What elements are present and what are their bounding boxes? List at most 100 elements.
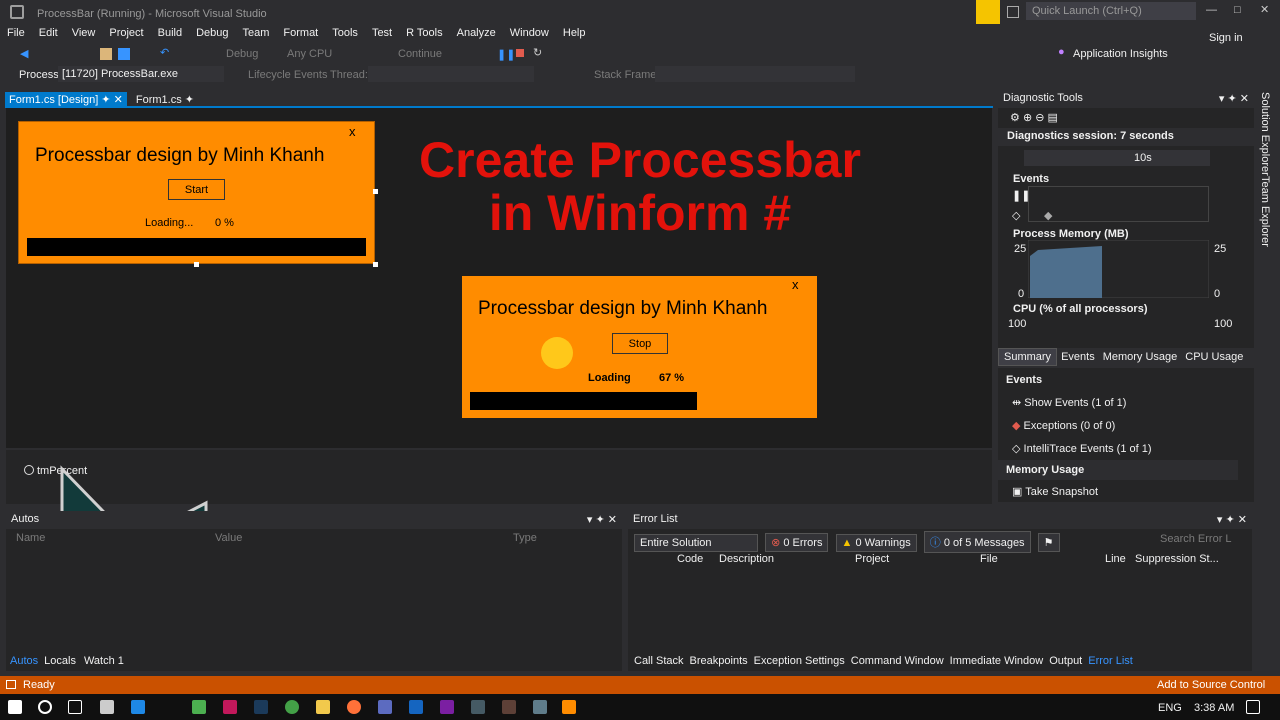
continue-button[interactable]: Continue: [398, 48, 442, 60]
menu-project[interactable]: Project: [102, 24, 150, 39]
team-explorer-tab[interactable]: Team Explorer: [1259, 176, 1271, 247]
tab-call-stack[interactable]: Call Stack: [634, 655, 684, 667]
tab-locals[interactable]: Locals: [44, 655, 76, 667]
tab-form1-code[interactable]: Form1.cs ✦: [130, 92, 200, 107]
menu-build[interactable]: Build: [151, 24, 189, 39]
source-control-button[interactable]: Add to Source Control: [1157, 679, 1265, 691]
col-suppression[interactable]: Suppression St...: [1135, 553, 1219, 565]
store-icon[interactable]: [100, 700, 114, 714]
tab-summary[interactable]: Summary: [998, 348, 1058, 366]
tab-exception-settings[interactable]: Exception Settings: [754, 655, 845, 667]
start-button[interactable]: Start: [168, 179, 225, 200]
stop-icon[interactable]: [516, 49, 524, 57]
close-icon[interactable]: ▾ ✦ ✕: [1219, 92, 1249, 105]
col-value[interactable]: Value: [215, 532, 242, 544]
undo-icon[interactable]: ↶: [160, 46, 169, 59]
resize-handle[interactable]: [373, 262, 378, 267]
app-insights-button[interactable]: Application Insights: [1073, 48, 1168, 60]
reset-icon[interactable]: ▤: [1048, 112, 1058, 124]
take-snapshot-button[interactable]: ▣ Take Snapshot: [1012, 485, 1098, 498]
col-type[interactable]: Type: [513, 532, 537, 544]
timer-icon[interactable]: [24, 465, 34, 475]
app-icon[interactable]: [378, 700, 392, 714]
col-file[interactable]: File: [980, 553, 998, 565]
solution-explorer-tab[interactable]: Solution Explorer: [1259, 92, 1271, 176]
close-icon[interactable]: ▾ ✦ ✕: [1217, 513, 1247, 526]
menu-edit[interactable]: Edit: [32, 24, 65, 39]
menu-file[interactable]: File: [0, 24, 32, 39]
scope-select[interactable]: Entire Solution: [634, 534, 758, 552]
messages-filter[interactable]: ⓘ 0 of 5 Messages: [923, 531, 1031, 553]
tab-events[interactable]: Events: [1061, 351, 1095, 363]
tab-error-list[interactable]: Error List: [1088, 655, 1133, 667]
lightbulb-icon[interactable]: ●: [1058, 46, 1065, 58]
menu-test[interactable]: Test: [365, 24, 399, 39]
menu-rtools[interactable]: R Tools: [399, 24, 449, 39]
app-icon[interactable]: [471, 700, 485, 714]
lifecycle-events[interactable]: Lifecycle Events: [248, 69, 327, 81]
zoom-out-icon[interactable]: ⊖: [1035, 112, 1044, 124]
quick-launch-input[interactable]: Quick Launch (Ctrl+Q): [1026, 2, 1196, 20]
settings-icon[interactable]: ⚙: [1010, 112, 1020, 124]
menu-window[interactable]: Window: [503, 24, 556, 39]
form-close-button[interactable]: x: [349, 124, 356, 139]
task-view-icon[interactable]: [68, 700, 82, 714]
search-icon[interactable]: [38, 700, 52, 714]
thread-select[interactable]: [368, 66, 534, 82]
steam-icon[interactable]: [254, 700, 268, 714]
col-code[interactable]: Code: [677, 553, 703, 565]
tab-breakpoints[interactable]: Breakpoints: [690, 655, 748, 667]
tab-autos[interactable]: Autos: [10, 655, 38, 667]
menu-debug[interactable]: Debug: [189, 24, 235, 39]
explorer-icon[interactable]: [316, 700, 330, 714]
error-search-input[interactable]: Search Error L: [1160, 533, 1232, 545]
tab-output[interactable]: Output: [1049, 655, 1082, 667]
tab-immediate-window[interactable]: Immediate Window: [950, 655, 1044, 667]
sign-in-link[interactable]: Sign in: [1202, 29, 1250, 44]
menu-team[interactable]: Team: [236, 24, 277, 39]
menu-format[interactable]: Format: [276, 24, 325, 39]
tab-memory-usage[interactable]: Memory Usage: [1103, 351, 1178, 363]
save-icon[interactable]: [118, 48, 130, 60]
language-indicator[interactable]: ENG: [1158, 702, 1182, 714]
col-project[interactable]: Project: [855, 553, 889, 565]
stop-button[interactable]: Stop: [612, 333, 668, 354]
notification-icon[interactable]: [1246, 700, 1260, 714]
build-filter-icon[interactable]: ⚑: [1037, 533, 1060, 552]
process-select[interactable]: [11720] ProcessBar.exe: [58, 66, 224, 82]
restart-icon[interactable]: ↻: [533, 46, 542, 59]
form-design[interactable]: x Processbar design by Minh Khanh Start …: [18, 121, 375, 264]
firefox-icon[interactable]: [347, 700, 361, 714]
pause-icon[interactable]: ❚❚: [497, 48, 515, 61]
platform-select[interactable]: Any CPU: [287, 48, 332, 60]
stack-frame-select[interactable]: [655, 66, 855, 82]
warnings-filter[interactable]: ▲ 0 Warnings: [835, 534, 917, 552]
maximize-button[interactable]: □: [1234, 4, 1241, 16]
tab-watch1[interactable]: Watch 1: [84, 655, 124, 667]
feedback-icon[interactable]: [1007, 6, 1019, 18]
tab-form1-design[interactable]: Form1.cs [Design] ✦ ✕: [5, 92, 127, 108]
intellitrace-link[interactable]: ◇ IntelliTrace Events (1 of 1): [1012, 442, 1152, 455]
menu-help[interactable]: Help: [556, 24, 593, 39]
col-line[interactable]: Line: [1105, 553, 1126, 565]
zoom-in-icon[interactable]: ⊕: [1023, 112, 1032, 124]
menu-tools[interactable]: Tools: [325, 24, 365, 39]
form-close-button[interactable]: x: [792, 277, 799, 292]
back-icon[interactable]: ◀: [20, 47, 28, 60]
menu-analyze[interactable]: Analyze: [450, 24, 503, 39]
chrome-icon[interactable]: [285, 700, 299, 714]
app-icon[interactable]: [533, 700, 547, 714]
visual-studio-icon[interactable]: [440, 700, 454, 714]
edge-icon[interactable]: [131, 700, 145, 714]
col-description[interactable]: Description: [719, 553, 774, 565]
filter-icon[interactable]: [976, 0, 1000, 24]
clock[interactable]: 3:38 AM: [1194, 702, 1234, 714]
exceptions-link[interactable]: ◆ Exceptions (0 of 0): [1012, 419, 1115, 432]
app-icon[interactable]: [192, 700, 206, 714]
minimize-button[interactable]: —: [1206, 4, 1217, 16]
app-icon[interactable]: [223, 700, 237, 714]
timeline-ruler[interactable]: 10s: [1024, 150, 1210, 166]
col-name[interactable]: Name: [16, 532, 45, 544]
config-select[interactable]: Debug: [226, 48, 258, 60]
tab-cpu-usage[interactable]: CPU Usage: [1185, 351, 1243, 363]
